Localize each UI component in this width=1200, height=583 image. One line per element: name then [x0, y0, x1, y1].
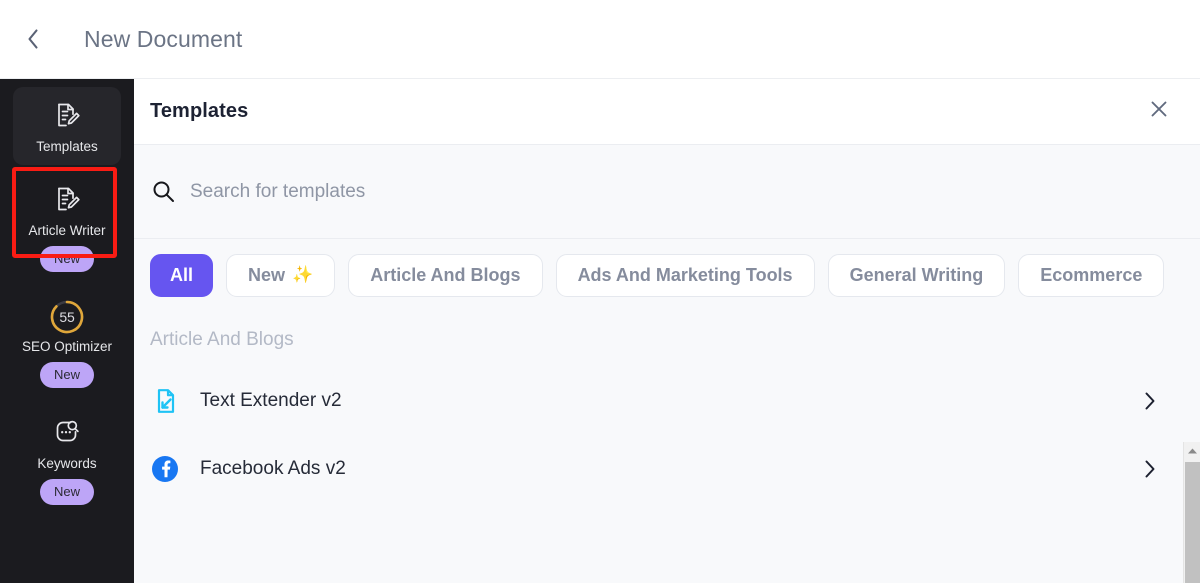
- scroll-up-button[interactable]: [1184, 442, 1200, 459]
- templates-panel: Templates Search for templates All New ✨…: [134, 79, 1200, 583]
- list-item[interactable]: Facebook Ads v2: [150, 435, 1164, 503]
- back-button[interactable]: [18, 24, 48, 54]
- chip-label: Article And Blogs: [370, 264, 521, 285]
- app-root: New Document Templates Article Writer Ne…: [0, 0, 1200, 583]
- text-extender-icon: [150, 386, 180, 416]
- panel-title: Templates: [150, 100, 249, 122]
- sidebar-item-label: Article Writer: [28, 223, 106, 238]
- search-input[interactable]: [190, 180, 750, 203]
- page-title: New Document: [84, 25, 243, 52]
- chip-label: New: [248, 264, 286, 285]
- status-badge: New: [39, 362, 94, 388]
- close-icon: [1149, 99, 1169, 124]
- status-badge: New: [39, 246, 94, 272]
- chip-all[interactable]: All: [150, 253, 214, 297]
- sidebar-item-label: Keywords: [37, 456, 97, 471]
- document-edit-icon: [50, 182, 84, 216]
- status-badge: New: [39, 479, 94, 505]
- top-bar: New Document: [0, 0, 1200, 79]
- chip-general-writing[interactable]: General Writing: [827, 253, 1006, 297]
- scrollbar-thumb[interactable]: [1185, 462, 1200, 583]
- chip-new[interactable]: New ✨: [226, 253, 336, 297]
- facebook-icon: [150, 454, 180, 484]
- sidebar-item-article-writer[interactable]: Article Writer New: [13, 171, 121, 282]
- sidebar-item-keywords[interactable]: Keywords New: [13, 404, 121, 515]
- close-button[interactable]: [1144, 97, 1174, 127]
- chip-label: All: [170, 264, 194, 285]
- list-item-label: Facebook Ads v2: [200, 458, 346, 479]
- chip-label: Ads And Marketing Tools: [577, 264, 793, 285]
- templates-list: Article And Blogs Text Extender v2 Faceb…: [134, 311, 1200, 583]
- sidebar-item-label: Templates: [36, 139, 98, 154]
- chevron-left-icon: [25, 27, 41, 51]
- panel-header: Templates: [134, 79, 1200, 145]
- category-filter-chips: All New ✨ Article And Blogs Ads And Mark…: [134, 239, 1200, 311]
- list-item-label: Text Extender v2: [200, 390, 342, 411]
- score-value: 55: [59, 309, 75, 325]
- sidebar-item-seo-optimizer[interactable]: 55 SEO Optimizer New: [13, 288, 121, 398]
- chip-label: Ecommerce: [1040, 264, 1143, 285]
- sidebar: Templates Article Writer New 55 SEO Opti…: [0, 79, 134, 583]
- group-title: Article And Blogs: [150, 329, 294, 350]
- sidebar-item-label: SEO Optimizer: [21, 339, 113, 354]
- search-bar[interactable]: [134, 145, 1200, 239]
- search-icon: [150, 179, 176, 205]
- caret-up-icon: [1187, 447, 1198, 455]
- sparkle-icon: ✨: [292, 265, 314, 284]
- chip-article-and-blogs[interactable]: Article And Blogs: [348, 253, 543, 297]
- score-ring-icon: 55: [49, 299, 85, 335]
- chip-ecommerce[interactable]: Ecommerce: [1018, 253, 1165, 297]
- vertical-scrollbar[interactable]: [1183, 442, 1200, 583]
- sidebar-item-templates[interactable]: Templates: [13, 87, 121, 165]
- chevron-right-icon[interactable]: [1140, 459, 1160, 479]
- document-edit-icon: [50, 98, 84, 132]
- bubble-search-icon: [50, 415, 84, 449]
- chip-ads-and-marketing-tools[interactable]: Ads And Marketing Tools: [555, 253, 815, 297]
- body-row: Templates Article Writer New 55 SEO Opti…: [0, 79, 1200, 583]
- chip-label: General Writing: [849, 264, 984, 285]
- list-item[interactable]: Text Extender v2: [150, 367, 1164, 435]
- chevron-right-icon[interactable]: [1140, 391, 1160, 411]
